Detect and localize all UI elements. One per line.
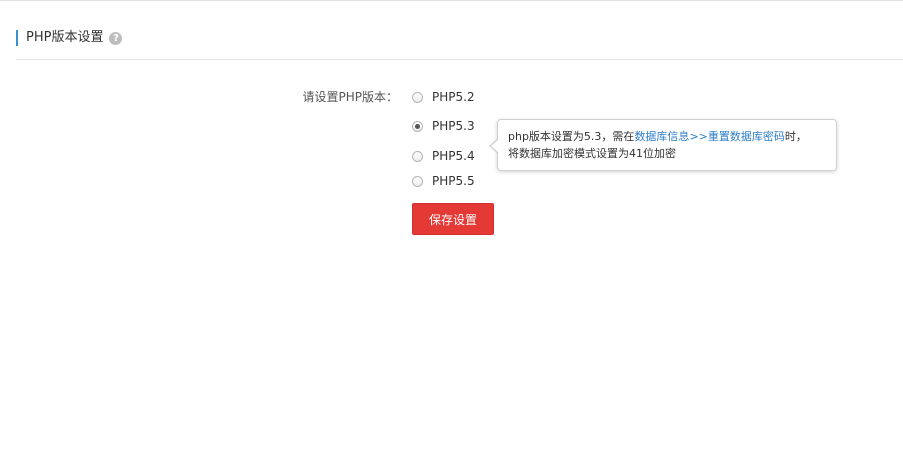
- radio-php53[interactable]: PHP5.3: [412, 118, 475, 134]
- php53-tooltip: php版本设置为5.3，需在数据库信息>>重置数据库密码时， 将数据库加密模式设…: [489, 119, 837, 171]
- php-version-label: 请设置PHP版本：: [302, 90, 399, 104]
- reset-db-password-link[interactable]: 重置数据库密码: [708, 130, 785, 143]
- radio-button[interactable]: [412, 175, 423, 187]
- radio-php54[interactable]: PHP5.4: [412, 148, 475, 164]
- tooltip-text-suffix: 时，: [784, 130, 807, 143]
- radio-label: PHP5.2: [432, 90, 475, 104]
- radio-button[interactable]: [412, 91, 423, 103]
- section-header: PHP版本设置 ?: [16, 29, 123, 47]
- tooltip-text-prefix: php版本设置为5.3，需在: [508, 130, 635, 143]
- radio-php55[interactable]: PHP5.5: [412, 173, 475, 189]
- tooltip-arrow-fill: [491, 139, 499, 153]
- section-title: PHP版本设置: [26, 30, 104, 45]
- radio-label: PHP5.5: [432, 174, 475, 188]
- radio-label: PHP5.3: [432, 119, 475, 133]
- radio-button-checked[interactable]: [412, 120, 423, 132]
- page: PHP版本设置 ? 请设置PHP版本： PHP5.2 PHP5.3 PHP5.4…: [0, 0, 903, 470]
- tooltip-line-1: php版本设置为5.3，需在数据库信息>>重置数据库密码时，: [508, 128, 826, 145]
- radio-label: PHP5.4: [432, 149, 475, 163]
- section-divider: [16, 59, 903, 60]
- section-accent-bar: [16, 30, 18, 46]
- radio-php52[interactable]: PHP5.2: [412, 89, 475, 105]
- radio-button[interactable]: [412, 150, 423, 162]
- save-settings-button[interactable]: 保存设置: [412, 203, 494, 235]
- tooltip-line-2: 将数据库加密模式设置为41位加密: [508, 147, 676, 160]
- top-border: [0, 0, 903, 1]
- database-info-link[interactable]: 数据库信息: [634, 130, 689, 143]
- link-separator: >>: [689, 130, 708, 143]
- question-icon[interactable]: ?: [109, 31, 123, 45]
